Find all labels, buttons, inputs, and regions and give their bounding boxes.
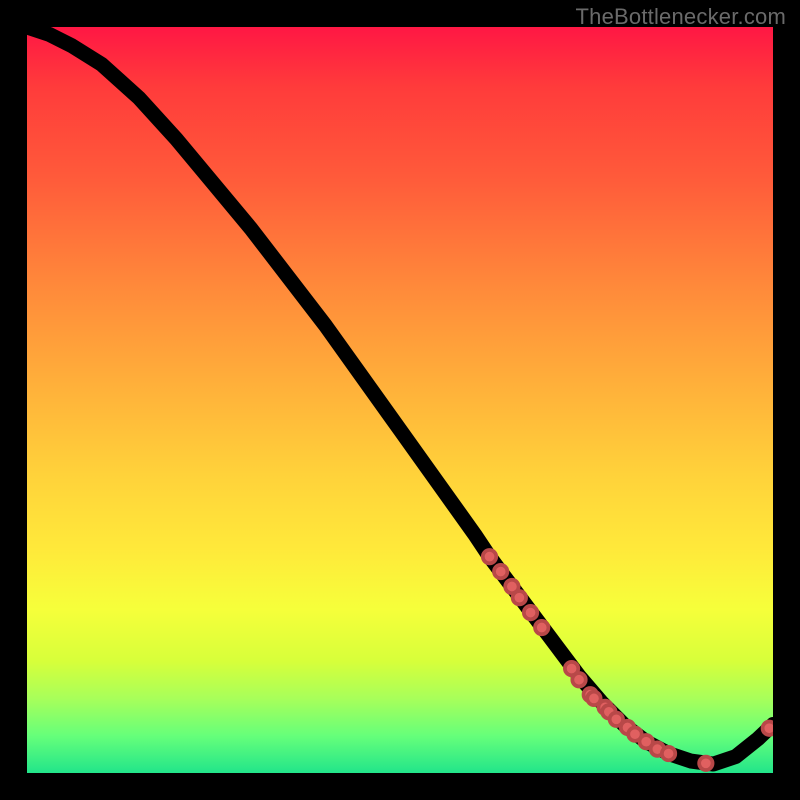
data-point [763,722,773,735]
data-point [524,606,537,619]
bottleneck-curve [27,27,773,764]
data-point [535,621,548,634]
data-point [494,565,507,578]
data-point [662,747,675,760]
data-point [699,757,712,770]
chart-svg [27,27,773,773]
data-point [572,673,585,686]
data-point [513,591,526,604]
data-point [483,550,496,563]
watermark-text: TheBottlenecker.com [576,4,786,30]
plot-area [27,27,773,773]
chart-frame: TheBottlenecker.com [0,0,800,800]
scatter-points-group [483,550,773,770]
